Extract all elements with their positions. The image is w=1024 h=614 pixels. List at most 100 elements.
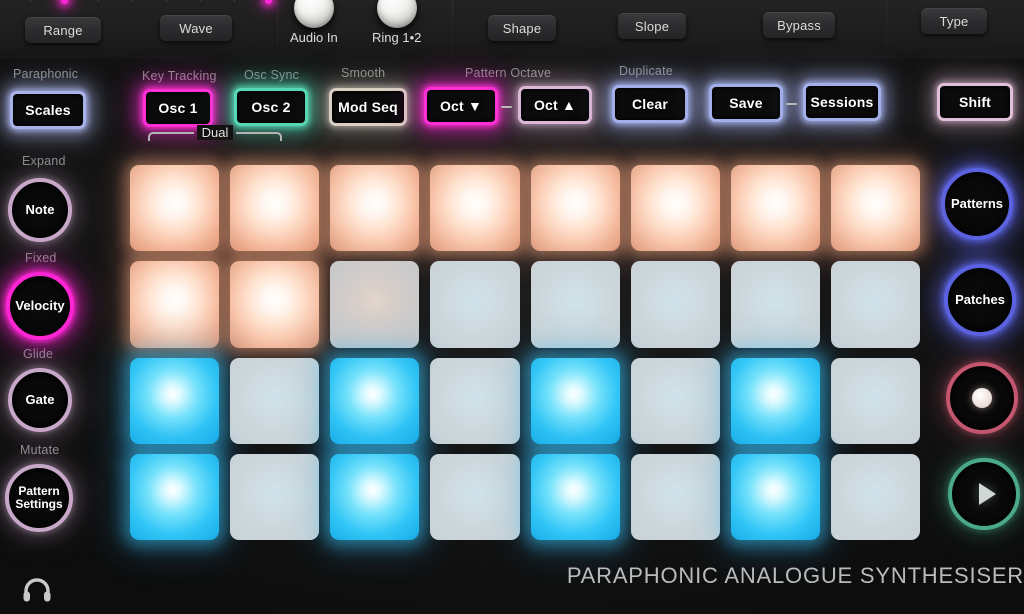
panel-divider-3: [886, 0, 887, 59]
group-label-osc-sync: Osc Sync: [244, 68, 300, 82]
left-label-glide: Glide: [23, 347, 54, 361]
osc-2-button[interactable]: Osc 2: [234, 88, 308, 126]
button-label: Patterns: [950, 195, 1004, 211]
pad-r2-c8[interactable]: [830, 261, 920, 348]
pad-r2-c2[interactable]: [230, 261, 320, 348]
top-panel: Range Wave Shape Slope Bypass Type Audio In Ri…: [0, 0, 1024, 59]
pad-r4-c1[interactable]: [130, 453, 220, 540]
left-label-mutate: Mutate: [20, 443, 60, 457]
pad-r3-c6[interactable]: [630, 357, 720, 444]
button-label: Patches: [955, 291, 1005, 307]
button-label: Velocity: [15, 297, 65, 313]
record-button[interactable]: [946, 362, 1018, 434]
pattern-settings-button[interactable]: Pattern Settings: [5, 464, 73, 532]
pad-r2-c1[interactable]: [130, 261, 220, 348]
pad-r3-c4[interactable]: [430, 357, 520, 444]
pad-r3-c2[interactable]: [230, 357, 320, 444]
patches-button[interactable]: Patches: [944, 264, 1016, 336]
button-label: Oct ▼: [439, 98, 483, 114]
button-label: Pattern Settings: [15, 484, 63, 511]
pad-r4-c7[interactable]: [730, 453, 820, 540]
pad-r4-c3[interactable]: [330, 453, 420, 540]
pad-r1-c8[interactable]: [830, 165, 920, 252]
pad-r3-c7[interactable]: [730, 357, 820, 444]
pad-r4-c8[interactable]: [830, 453, 920, 540]
pad-r4-c6[interactable]: [630, 453, 720, 540]
group-label-key-tracking: Key Tracking: [142, 69, 217, 83]
pad-r1-c1[interactable]: [130, 165, 220, 252]
pad-r1-c6[interactable]: [630, 165, 720, 252]
bypass-button[interactable]: Bypass: [763, 12, 835, 38]
pad-r3-c8[interactable]: [830, 357, 920, 444]
left-label-fixed: Fixed: [25, 251, 57, 265]
button-label: Note: [25, 201, 55, 217]
play-button[interactable]: [948, 458, 1020, 530]
wave-button[interactable]: Wave: [160, 15, 232, 41]
velocity-button[interactable]: Velocity: [6, 272, 74, 340]
button-label: Oct ▲: [533, 97, 577, 113]
dual-bracket: Dual: [148, 125, 282, 148]
note-button[interactable]: Note: [8, 178, 72, 242]
panel-divider-1: [277, 0, 278, 59]
pad-r1-c5[interactable]: [530, 165, 620, 252]
pad-r1-c2[interactable]: [230, 165, 320, 252]
knob-cap[interactable]: [376, 0, 417, 28]
save-button[interactable]: Save: [709, 84, 783, 122]
pad-r3-c1[interactable]: [130, 357, 220, 444]
led-7: [231, 0, 238, 4]
ring-1-2-knob[interactable]: Ring 1•2: [372, 0, 421, 45]
octave-up-button[interactable]: Oct ▲: [518, 86, 592, 124]
pad-r4-c4[interactable]: [430, 453, 520, 540]
octave-down-button[interactable]: Oct ▼: [424, 87, 498, 125]
patterns-button[interactable]: Patterns: [941, 168, 1013, 240]
pad-r4-c5[interactable]: [530, 453, 620, 540]
group-label-pattern-octave: Pattern Octave: [465, 66, 552, 80]
button-label: Save: [729, 95, 763, 111]
pad-r4-c2[interactable]: [230, 453, 320, 540]
pad-r2-c7[interactable]: [730, 261, 820, 348]
button-label: Osc 1: [158, 100, 198, 116]
pad-r3-c3[interactable]: [330, 357, 420, 444]
clear-button[interactable]: Clear: [612, 85, 688, 123]
pad-grid[interactable]: [130, 165, 920, 540]
led-8: [265, 0, 272, 4]
shape-button[interactable]: Shape: [488, 15, 556, 41]
group-label-smooth: Smooth: [341, 66, 386, 80]
dual-label-text: Dual: [196, 125, 234, 140]
led-6: [197, 0, 204, 4]
synth-control-surface: Range Wave Shape Slope Bypass Type Audio In Ri…: [0, 0, 1024, 614]
pad-r3-c5[interactable]: [530, 357, 620, 444]
audio-in-knob[interactable]: Audio In: [290, 0, 338, 45]
pad-r2-c3[interactable]: [330, 261, 420, 348]
button-label: Shift: [958, 94, 992, 110]
osc-1-button[interactable]: Osc 1: [143, 89, 213, 127]
scales-button[interactable]: Scales: [10, 91, 86, 129]
panel-divider-2: [452, 0, 453, 59]
slope-button[interactable]: Slope: [618, 13, 686, 39]
dual-bracket-label: Dual: [148, 125, 282, 140]
button-label: Osc 2: [251, 99, 291, 115]
headphone-icon: [23, 578, 51, 602]
range-button[interactable]: Range: [25, 17, 101, 43]
button-label: Mod Seq: [338, 99, 398, 115]
led-3: [95, 0, 102, 4]
knob-label: Ring 1•2: [372, 30, 422, 45]
knob-cap[interactable]: [293, 0, 334, 28]
mod-seq-button[interactable]: Mod Seq: [329, 88, 407, 126]
button-label: Clear: [631, 96, 669, 112]
led-2: [61, 0, 68, 4]
play-icon: [978, 483, 996, 505]
shift-button[interactable]: Shift: [937, 83, 1013, 121]
pad-r2-c5[interactable]: [530, 261, 620, 348]
gate-button[interactable]: Gate: [8, 368, 72, 432]
pad-r1-c4[interactable]: [430, 165, 520, 252]
type-button[interactable]: Type: [921, 8, 987, 34]
pair-dash-2: [786, 103, 797, 105]
led-4: [129, 0, 136, 4]
pad-r1-c7[interactable]: [730, 165, 820, 252]
pad-r2-c4[interactable]: [430, 261, 520, 348]
pad-r2-c6[interactable]: [630, 261, 720, 348]
pad-r1-c3[interactable]: [330, 165, 420, 252]
button-label: Sessions: [810, 94, 874, 110]
sessions-button[interactable]: Sessions: [803, 83, 881, 121]
